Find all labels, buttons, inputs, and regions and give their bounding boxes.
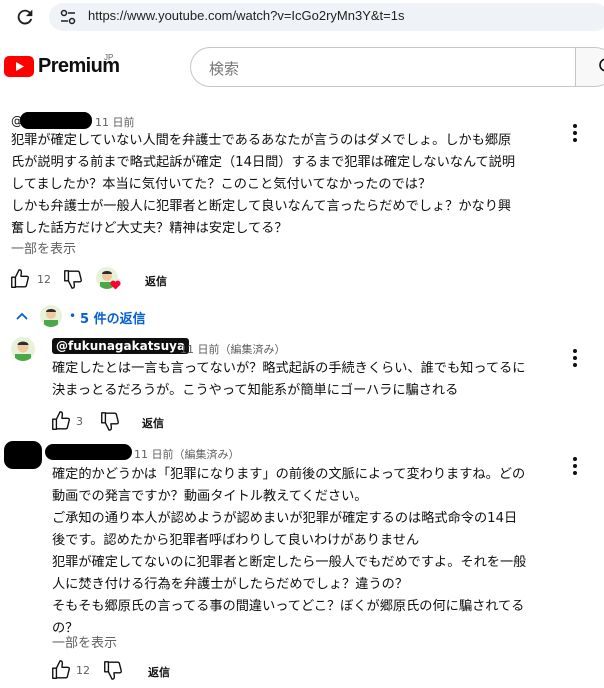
avatar[interactable] [11, 337, 35, 361]
reply-line: 人に焚き付ける行為を弁護士がしたらだめでしょ？違うの？ [52, 577, 409, 592]
reply-line: 確定的かどうかは「犯罪になります」の前後の文脈によって変わりますね。どの [52, 467, 526, 482]
reply-button[interactable]: 返信 [145, 273, 167, 289]
replies-toggle-link[interactable]: 5 件の返信 [80, 308, 146, 327]
search-placeholder: 検索 [209, 60, 240, 78]
dislike-icon[interactable] [62, 268, 84, 290]
youtube-premium-logo[interactable]: Premium [4, 54, 120, 78]
region-code: JP [104, 53, 114, 62]
like-count: 12 [37, 273, 51, 286]
show-more-link[interactable]: 一部を表示 [52, 632, 117, 651]
reply-line: の？ [52, 621, 79, 636]
reply-line: 確定したとは一言も言ってないが？略式起訴の手続きくらい、誰でも知ってるに [52, 361, 526, 376]
comment-body: 犯罪が確定していない人間を弁護士であるあなたが言うのはダメでしょ。しかも郷原 氏… [11, 130, 515, 240]
like-count: 3 [76, 415, 83, 428]
show-more-link[interactable]: 一部を表示 [11, 238, 76, 257]
reply-line: 後です。認めたから犯罪者呼ばわりして良いわけがありません [52, 533, 420, 548]
dislike-icon[interactable] [102, 659, 124, 681]
reply-timestamp: 11 日前（編集済み） [180, 343, 286, 356]
redacted-avatar [4, 441, 42, 469]
redacted-username [20, 112, 92, 129]
comment-timestamp: 11 日前 [95, 116, 135, 129]
search-icon [599, 58, 604, 72]
reply-line: そもそも郷原氏の言ってる事の間違いってどこ？ぼくが郷原氏の何に騙されてる [52, 599, 525, 614]
channel-handle-badge[interactable]: @fukunagakatsuya [52, 338, 190, 354]
like-icon[interactable] [9, 268, 31, 290]
comment-line: してましたか？本当に気付いてた？このこと気付いてなかったのでは？ [11, 177, 432, 192]
youtube-header: Premium JP 検索 [0, 34, 604, 100]
more-actions-icon[interactable] [573, 457, 577, 478]
search-input[interactable]: 検索 [190, 47, 590, 87]
redacted-username [45, 444, 132, 460]
chevron-up-icon[interactable] [15, 311, 29, 321]
heart-icon [110, 280, 121, 290]
comment-line: 犯罪が確定していない人間を弁護士であるあなたが言うのはダメでしょ。しかも郷原 [11, 133, 512, 148]
replier-avatar [40, 305, 62, 327]
reply-button[interactable]: 返信 [142, 415, 164, 431]
reply-line: 決まっとるだろうが。こうやって知能系が簡単にゴーハラに騙される [52, 383, 459, 398]
like-icon[interactable] [50, 410, 72, 432]
reply-timestamp: 11 日前（編集済み） [134, 448, 240, 461]
more-actions-icon[interactable] [573, 349, 577, 370]
reload-icon[interactable] [14, 6, 36, 28]
like-count: 12 [76, 664, 90, 677]
site-settings-icon[interactable] [59, 8, 77, 26]
search-button[interactable] [575, 47, 604, 87]
dislike-icon[interactable] [99, 410, 121, 432]
like-icon[interactable] [50, 659, 72, 681]
youtube-logo-icon [4, 55, 34, 77]
reply-body: 確定的かどうかは「犯罪になります」の前後の文脈によって変わりますね。どの 動画で… [52, 464, 526, 640]
more-actions-icon[interactable] [573, 124, 577, 145]
address-bar[interactable]: https://www.youtube.com/watch?v=IcGo2ryM… [49, 3, 604, 31]
separator-dot: • [69, 309, 77, 323]
browser-toolbar: https://www.youtube.com/watch?v=IcGo2ryM… [0, 0, 604, 34]
reply-line: 犯罪が確定してないのに犯罪者と断定したら一般人でもだめですよ。それを一般 [52, 555, 527, 570]
comment-line: 氏が説明する前まで略式起訴が確定（14日間）するまで犯罪は確定しないなんて説明 [11, 155, 516, 170]
reply-body: 確定したとは一言も言ってないが？略式起訴の手続きくらい、誰でも知ってるに 決まっ… [52, 358, 525, 402]
comment-line: しかも弁護士が一般人に犯罪者と断定して良いなんて言ったらだめでしょ？かなり興 [11, 199, 512, 214]
url-text[interactable]: https://www.youtube.com/watch?v=IcGo2ryM… [88, 8, 404, 23]
reply-line: ご承知の通り本人が認めようが認めまいが犯罪が確定するのは略式命令の14日 [52, 511, 518, 526]
reply-button[interactable]: 返信 [148, 664, 170, 680]
reply-line: 動画での発言ですか？動画タイトル教えてください。 [52, 489, 368, 504]
comment-line: 奮した話方だけど大丈夫？精神は安定してる？ [11, 221, 288, 236]
